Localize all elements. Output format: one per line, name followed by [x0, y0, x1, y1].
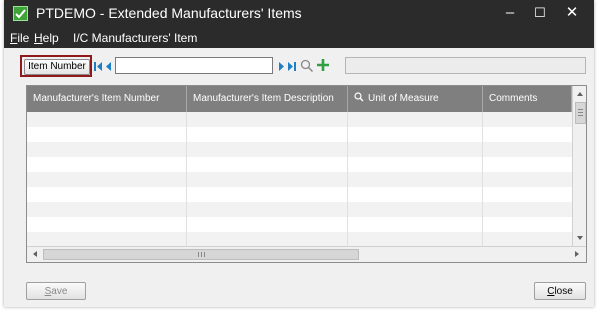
column-header-unit-of-measure-label: Unit of Measure — [368, 93, 439, 104]
app-icon — [13, 6, 28, 21]
close-window-button[interactable]: ✕ — [552, 0, 592, 28]
item-number-button[interactable]: Item Number — [24, 59, 90, 75]
scroll-right-icon[interactable] — [570, 247, 584, 261]
item-number-input[interactable] — [115, 57, 273, 74]
vertical-scrollbar[interactable] — [572, 86, 586, 246]
column-header-item-number[interactable]: Manufacturer's Item Number — [27, 86, 187, 112]
menu-ic-manufacturers-item[interactable]: I/C Manufacturers' Item — [73, 31, 197, 45]
table-row[interactable] — [27, 202, 572, 217]
table-row[interactable] — [27, 232, 572, 247]
horizontal-scroll-thumb[interactable] — [43, 249, 359, 260]
window: PTDEMO - Extended Manufacturers' Items –… — [4, 0, 594, 307]
table-row[interactable] — [27, 112, 572, 127]
scroll-down-icon[interactable] — [573, 231, 587, 245]
menu-file[interactable]: File — [10, 31, 29, 45]
horizontal-scrollbar[interactable] — [27, 246, 586, 262]
key-field-highlight: Item Number — [20, 55, 92, 77]
column-header-unit-of-measure[interactable]: Unit of Measure — [348, 86, 483, 112]
title-bar: PTDEMO - Extended Manufacturers' Items –… — [4, 0, 594, 28]
vertical-scroll-thumb[interactable] — [575, 102, 586, 124]
grid-header: Manufacturer's Item Number Manufacturer'… — [27, 86, 572, 112]
table-row[interactable] — [27, 142, 572, 157]
window-title: PTDEMO - Extended Manufacturers' Items — [36, 5, 302, 21]
table-row[interactable] — [27, 187, 572, 202]
menu-help[interactable]: Help — [34, 31, 59, 45]
column-search-icon[interactable] — [354, 92, 364, 102]
table-row[interactable] — [27, 172, 572, 187]
previous-icon[interactable] — [104, 61, 114, 72]
items-grid[interactable]: Manufacturer's Item Number Manufacturer'… — [26, 85, 587, 263]
add-icon[interactable] — [316, 58, 330, 72]
scroll-up-icon[interactable] — [573, 87, 587, 101]
column-header-comments[interactable]: Comments — [483, 86, 572, 112]
table-row[interactable] — [27, 157, 572, 172]
item-description-field — [345, 57, 586, 74]
search-icon[interactable] — [300, 59, 314, 73]
table-row[interactable] — [27, 127, 572, 142]
column-header-item-description[interactable]: Manufacturer's Item Description — [187, 86, 348, 112]
next-icon[interactable] — [277, 61, 287, 72]
menu-bar: File Help I/C Manufacturers' Item — [4, 28, 594, 48]
table-row[interactable] — [27, 217, 572, 232]
close-button[interactable]: Close — [534, 282, 586, 300]
save-button[interactable]: Save — [26, 282, 86, 300]
scroll-left-icon[interactable] — [28, 247, 42, 261]
last-icon[interactable] — [287, 61, 299, 72]
